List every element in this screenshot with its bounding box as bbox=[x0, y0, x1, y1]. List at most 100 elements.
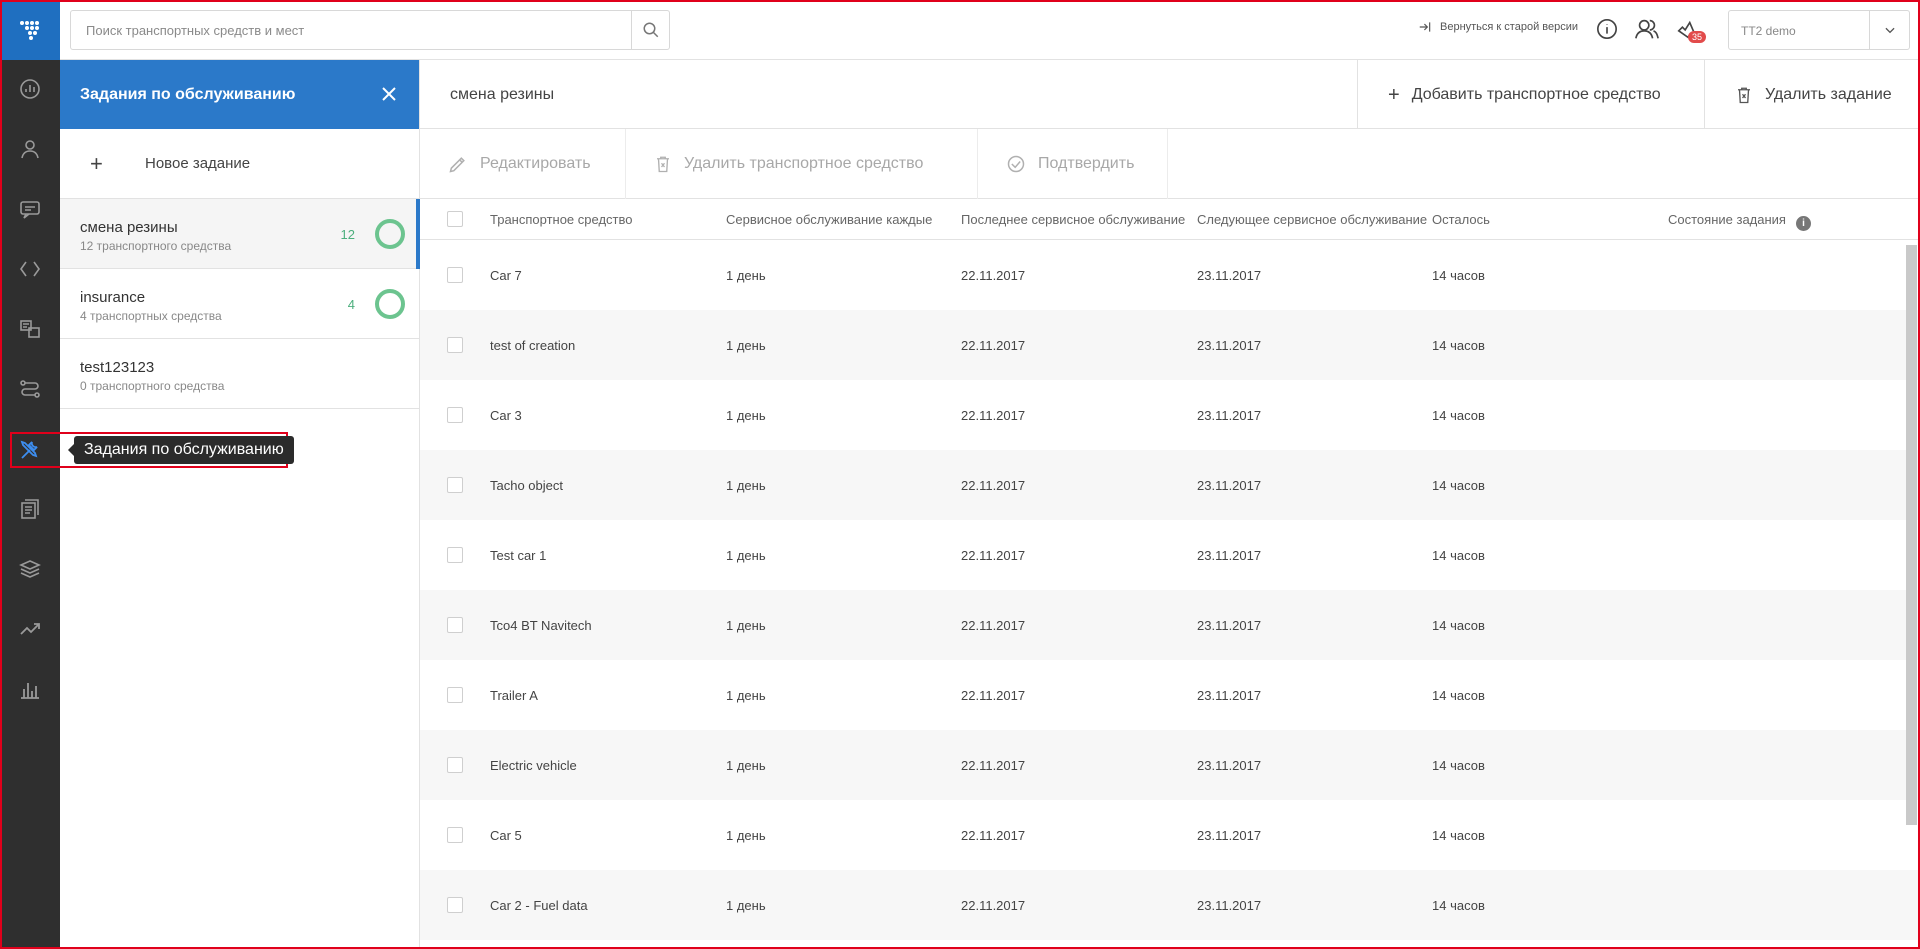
cell-last-service: 22.11.2017 bbox=[961, 618, 1026, 633]
cell-interval: 1 день bbox=[726, 268, 766, 283]
cell-next-service: 23.11.2017 bbox=[1197, 338, 1262, 353]
route-icon bbox=[20, 380, 40, 398]
row-checkbox[interactable] bbox=[447, 757, 463, 773]
table-row[interactable]: Car 2 - Fuel data 1 день 22.11.2017 23.1… bbox=[420, 870, 1920, 940]
row-checkbox[interactable] bbox=[447, 337, 463, 353]
table-row[interactable]: Car 5 1 день 22.11.2017 23.11.2017 14 ча… bbox=[420, 800, 1920, 870]
cell-last-service: 22.11.2017 bbox=[961, 478, 1026, 493]
trash-icon bbox=[657, 156, 669, 173]
nav-maintenance[interactable] bbox=[0, 428, 60, 472]
nav-documents[interactable] bbox=[0, 307, 60, 351]
nav-layers[interactable] bbox=[0, 547, 60, 591]
nav-messages[interactable] bbox=[0, 187, 60, 231]
notifications-badge: 35 bbox=[1687, 31, 1706, 43]
table-row[interactable]: Test car 1 1 день 22.11.2017 23.11.2017 … bbox=[420, 520, 1920, 590]
check-circle-icon bbox=[1007, 155, 1025, 173]
cell-vehicle: Test car 1 bbox=[490, 548, 547, 563]
confirm-button[interactable]: Подтвердить bbox=[978, 129, 1168, 199]
task-vehicle-count: 0 транспортного средства bbox=[80, 379, 225, 393]
row-checkbox[interactable] bbox=[447, 547, 463, 563]
new-task-button[interactable]: + Новое задание bbox=[60, 129, 419, 199]
search-icon bbox=[643, 22, 658, 38]
close-icon bbox=[382, 87, 396, 101]
search-button[interactable] bbox=[631, 11, 669, 49]
account-name: TT2 demo bbox=[1741, 24, 1796, 38]
cell-next-service: 23.11.2017 bbox=[1197, 548, 1262, 563]
nav-analytics[interactable] bbox=[0, 607, 60, 651]
cell-interval: 1 день bbox=[726, 478, 766, 493]
panel-header: Задания по обслуживанию bbox=[60, 60, 419, 129]
cell-remaining: 14 часов bbox=[1432, 618, 1485, 633]
task-item[interactable]: смена резины 12 транспортного средства 1… bbox=[60, 199, 420, 269]
delete-task-button[interactable]: Удалить задание bbox=[1704, 60, 1920, 129]
cell-vehicle: test of creation bbox=[490, 338, 576, 353]
account-select[interactable]: TT2 demo bbox=[1728, 10, 1910, 50]
table-row[interactable]: Tco4 BT Navitech 1 день 22.11.2017 23.11… bbox=[420, 590, 1920, 660]
task-item[interactable]: test123123 0 транспортного средства bbox=[60, 339, 419, 409]
cell-remaining: 14 часов bbox=[1432, 478, 1485, 493]
table-row[interactable]: test of creation 1 день 22.11.2017 23.11… bbox=[420, 310, 1920, 380]
cell-next-service: 23.11.2017 bbox=[1197, 828, 1262, 843]
cell-remaining: 14 часов bbox=[1432, 758, 1485, 773]
table-row[interactable]: Car 7 1 день 22.11.2017 23.11.2017 14 ча… bbox=[420, 240, 1920, 310]
action-toolbar: Редактировать Удалить транспортное средс… bbox=[420, 129, 1920, 199]
task-header: смена резины + Добавить транспортное сре… bbox=[420, 60, 1920, 129]
task-status-ring-icon bbox=[375, 289, 405, 319]
plus-icon: + bbox=[1388, 83, 1400, 106]
users-button[interactable] bbox=[1634, 16, 1660, 42]
edit-label: Редактировать bbox=[480, 155, 591, 172]
cell-remaining: 14 часов bbox=[1432, 408, 1485, 423]
cell-remaining: 14 часов bbox=[1432, 338, 1485, 353]
cell-remaining: 14 часов bbox=[1432, 548, 1485, 563]
cell-last-service: 22.11.2017 bbox=[961, 548, 1026, 563]
info-button[interactable] bbox=[1594, 16, 1620, 42]
select-all-checkbox[interactable] bbox=[447, 211, 463, 227]
nav-reports[interactable] bbox=[0, 487, 60, 531]
app-logo[interactable] bbox=[0, 0, 60, 60]
wrench-tools-icon bbox=[20, 440, 38, 459]
edit-button[interactable]: Редактировать bbox=[420, 129, 626, 199]
close-panel-button[interactable] bbox=[375, 80, 403, 108]
task-name: insurance bbox=[80, 289, 146, 306]
cell-vehicle: Trailer A bbox=[490, 688, 538, 703]
row-checkbox[interactable] bbox=[447, 477, 463, 493]
delete-vehicle-button[interactable]: Удалить транспортное средство bbox=[626, 129, 978, 199]
nav-routes[interactable] bbox=[0, 247, 60, 291]
row-checkbox[interactable] bbox=[447, 687, 463, 703]
cell-vehicle: Car 2 - Fuel data bbox=[490, 898, 588, 913]
back-to-old-version-link[interactable]: Вернуться к старой версии bbox=[1418, 20, 1578, 34]
panel-title: Задания по обслуживанию bbox=[80, 86, 296, 103]
add-vehicle-button[interactable]: + Добавить транспортное средство bbox=[1357, 60, 1704, 129]
cell-vehicle: Tco4 BT Navitech bbox=[490, 618, 592, 633]
account-dropdown-toggle[interactable] bbox=[1869, 11, 1909, 49]
row-checkbox[interactable] bbox=[447, 407, 463, 423]
search-input[interactable] bbox=[71, 11, 631, 49]
nav-dashboard[interactable] bbox=[0, 67, 60, 111]
cell-remaining: 14 часов bbox=[1432, 898, 1485, 913]
report-icon bbox=[21, 499, 39, 519]
nav-drivers[interactable] bbox=[0, 127, 60, 171]
table-row[interactable]: Trailer A 1 день 22.11.2017 23.11.2017 1… bbox=[420, 660, 1920, 730]
task-count: 12 bbox=[340, 227, 355, 242]
task-item[interactable]: insurance 4 транспортных средства 4 bbox=[60, 269, 419, 339]
column-header: Последнее сервисное обслуживание bbox=[961, 212, 1186, 227]
row-checkbox[interactable] bbox=[447, 827, 463, 843]
nav-tooltip: Задания по обслуживанию bbox=[68, 436, 294, 464]
cell-interval: 1 день bbox=[726, 898, 766, 913]
table-scrollbar[interactable] bbox=[1906, 245, 1917, 825]
row-checkbox[interactable] bbox=[447, 897, 463, 913]
table-row[interactable]: Electric vehicle 1 день 22.11.2017 23.11… bbox=[420, 730, 1920, 800]
row-checkbox[interactable] bbox=[447, 267, 463, 283]
task-vehicle-count: 12 транспортного средства bbox=[80, 239, 232, 253]
nav-statistics[interactable] bbox=[0, 667, 60, 711]
table-row[interactable]: Car 3 1 день 22.11.2017 23.11.2017 14 ча… bbox=[420, 380, 1920, 450]
column-header-status: Состояние задания i bbox=[1668, 212, 1811, 231]
table-row[interactable]: Tacho object 1 день 22.11.2017 23.11.201… bbox=[420, 450, 1920, 520]
notifications-button[interactable]: 35 bbox=[1674, 16, 1706, 43]
cell-last-service: 22.11.2017 bbox=[961, 898, 1026, 913]
nav-rail bbox=[0, 0, 60, 949]
row-checkbox[interactable] bbox=[447, 617, 463, 633]
cell-interval: 1 день bbox=[726, 688, 766, 703]
info-icon[interactable]: i bbox=[1795, 216, 1811, 231]
nav-trips[interactable] bbox=[0, 367, 60, 411]
